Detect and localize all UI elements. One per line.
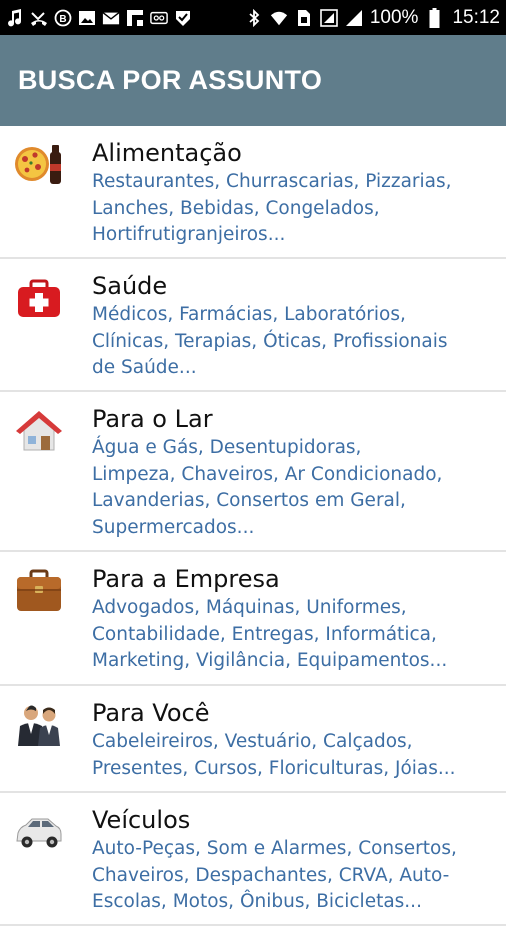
house-icon — [14, 406, 64, 456]
category-title: Veículos — [92, 806, 191, 834]
system-icons: 100% 15:12 — [245, 7, 500, 29]
category-title: Para Você — [92, 699, 210, 727]
clock: 15:12 — [452, 6, 500, 28]
category-list: Alimentação Restaurantes, Churrascarias,… — [0, 126, 506, 926]
category-subtitle: Cabeleireiros, Vestuário, Calçados, Pres… — [92, 731, 456, 779]
category-item-para-a-empresa[interactable]: Para a Empresa Advogados, Máquinas, Unif… — [0, 552, 506, 686]
wifi-icon — [270, 9, 288, 27]
mail-icon — [102, 9, 120, 27]
music-note-icon — [6, 8, 24, 27]
category-item-veiculos[interactable]: Veículos Auto-Peças, Som e Alarmes, Cons… — [0, 793, 506, 926]
check-shield-icon — [174, 9, 192, 27]
battery-percent: 100% — [369, 6, 419, 28]
category-subtitle: Água e Gás, Desentupidoras, Limpeza, Cha… — [92, 437, 443, 538]
page-title: BUSCA POR ASSUNTO — [18, 65, 323, 95]
screen-icon — [320, 8, 338, 27]
battery-icon — [425, 7, 443, 28]
category-title: Para o Lar — [92, 405, 213, 433]
missed-call-icon — [30, 9, 48, 27]
category-title: Saúde — [92, 272, 168, 300]
pizza-soda-icon — [14, 140, 64, 190]
car-icon — [14, 807, 64, 857]
app-bar: BUSCA POR ASSUNTO — [0, 35, 506, 126]
category-subtitle: Restaurantes, Churrascarias, Pizzarias, … — [92, 171, 452, 245]
bluetooth-icon — [245, 8, 263, 27]
category-item-saude[interactable]: Saúde Médicos, Farmácias, Laboratórios, … — [0, 259, 506, 392]
voicemail-icon — [150, 9, 168, 27]
category-subtitle: Advogados, Máquinas, Uniformes, Contabil… — [92, 597, 448, 671]
sim-icon — [295, 9, 313, 27]
briefcase-icon — [14, 566, 64, 616]
image-icon — [78, 9, 96, 27]
category-subtitle: Auto-Peças, Som e Alarmes, Consertos, Ch… — [92, 838, 457, 912]
businesspeople-icon — [14, 700, 64, 750]
flipboard-icon — [126, 9, 144, 27]
category-item-alimentacao[interactable]: Alimentação Restaurantes, Churrascarias,… — [0, 126, 506, 259]
category-title: Para a Empresa — [92, 565, 280, 593]
category-item-para-voce[interactable]: Para Você Cabeleireiros, Vestuário, Calç… — [0, 686, 506, 793]
first-aid-kit-icon — [14, 273, 64, 323]
svg-text:B: B — [59, 14, 66, 25]
category-title: Alimentação — [92, 139, 242, 167]
status-bar: B 100% 15:12 — [0, 0, 506, 35]
category-subtitle: Médicos, Farmácias, Laboratórios, Clínic… — [92, 304, 448, 378]
notification-icons: B — [6, 8, 192, 27]
signal-icon — [345, 9, 363, 27]
b-badge-icon: B — [54, 9, 72, 27]
category-item-para-o-lar[interactable]: Para o Lar Água e Gás, Desentupidoras, L… — [0, 392, 506, 552]
